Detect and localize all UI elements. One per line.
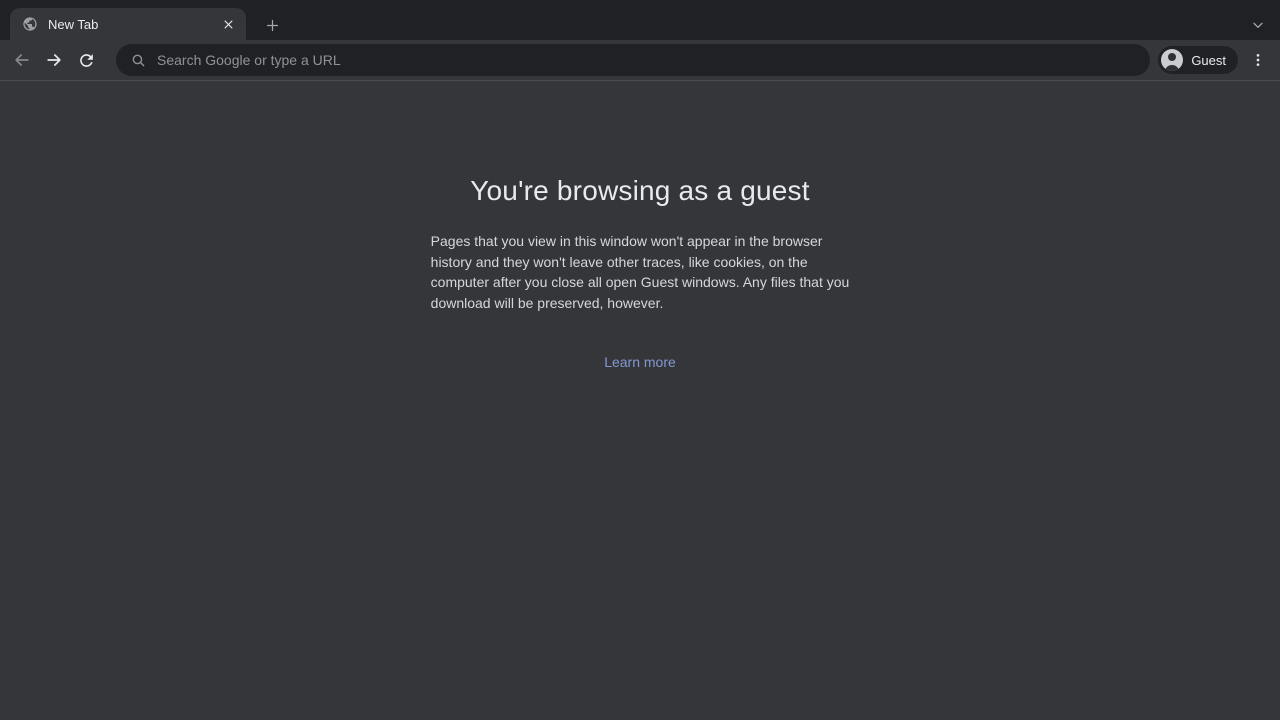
tab-strip: New Tab (0, 0, 1280, 40)
address-bar-placeholder: Search Google or type a URL (157, 52, 341, 68)
search-icon (130, 52, 147, 69)
browser-toolbar: Search Google or type a URL Guest (0, 40, 1280, 81)
guest-info-text: Pages that you view in this window won't… (431, 231, 850, 313)
back-arrow-icon (12, 50, 32, 70)
tab-close-icon[interactable] (219, 15, 237, 33)
guest-info-text-line: Pages that you view in this window won't… (431, 231, 850, 252)
guest-page: You're browsing as a guest Pages that yo… (0, 81, 1280, 372)
guest-info-text-line: download will be preserved, however. (431, 293, 850, 314)
profile-label: Guest (1191, 53, 1226, 68)
reload-icon (77, 51, 96, 70)
profile-button[interactable]: Guest (1158, 46, 1238, 74)
page-title: You're browsing as a guest (0, 174, 1280, 207)
new-tab-button[interactable] (258, 11, 286, 39)
kebab-menu-icon (1250, 52, 1266, 68)
guest-avatar-icon (1161, 49, 1183, 71)
browser-menu-button[interactable] (1244, 46, 1272, 74)
tab-title: New Tab (48, 17, 219, 32)
forward-arrow-icon (44, 50, 64, 70)
guest-info-text-line: computer after you close all open Guest … (431, 272, 850, 293)
guest-info-text-line: history and they won't leave other trace… (431, 252, 850, 273)
tab-new-tab[interactable]: New Tab (10, 8, 246, 40)
learn-more-link[interactable]: Learn more (604, 354, 676, 370)
globe-favicon-icon (22, 16, 38, 32)
tab-strip-chevron-down-icon[interactable] (1250, 17, 1266, 33)
address-bar[interactable]: Search Google or type a URL (116, 44, 1150, 76)
back-button[interactable] (8, 46, 36, 74)
forward-button[interactable] (40, 46, 68, 74)
reload-button[interactable] (72, 46, 100, 74)
